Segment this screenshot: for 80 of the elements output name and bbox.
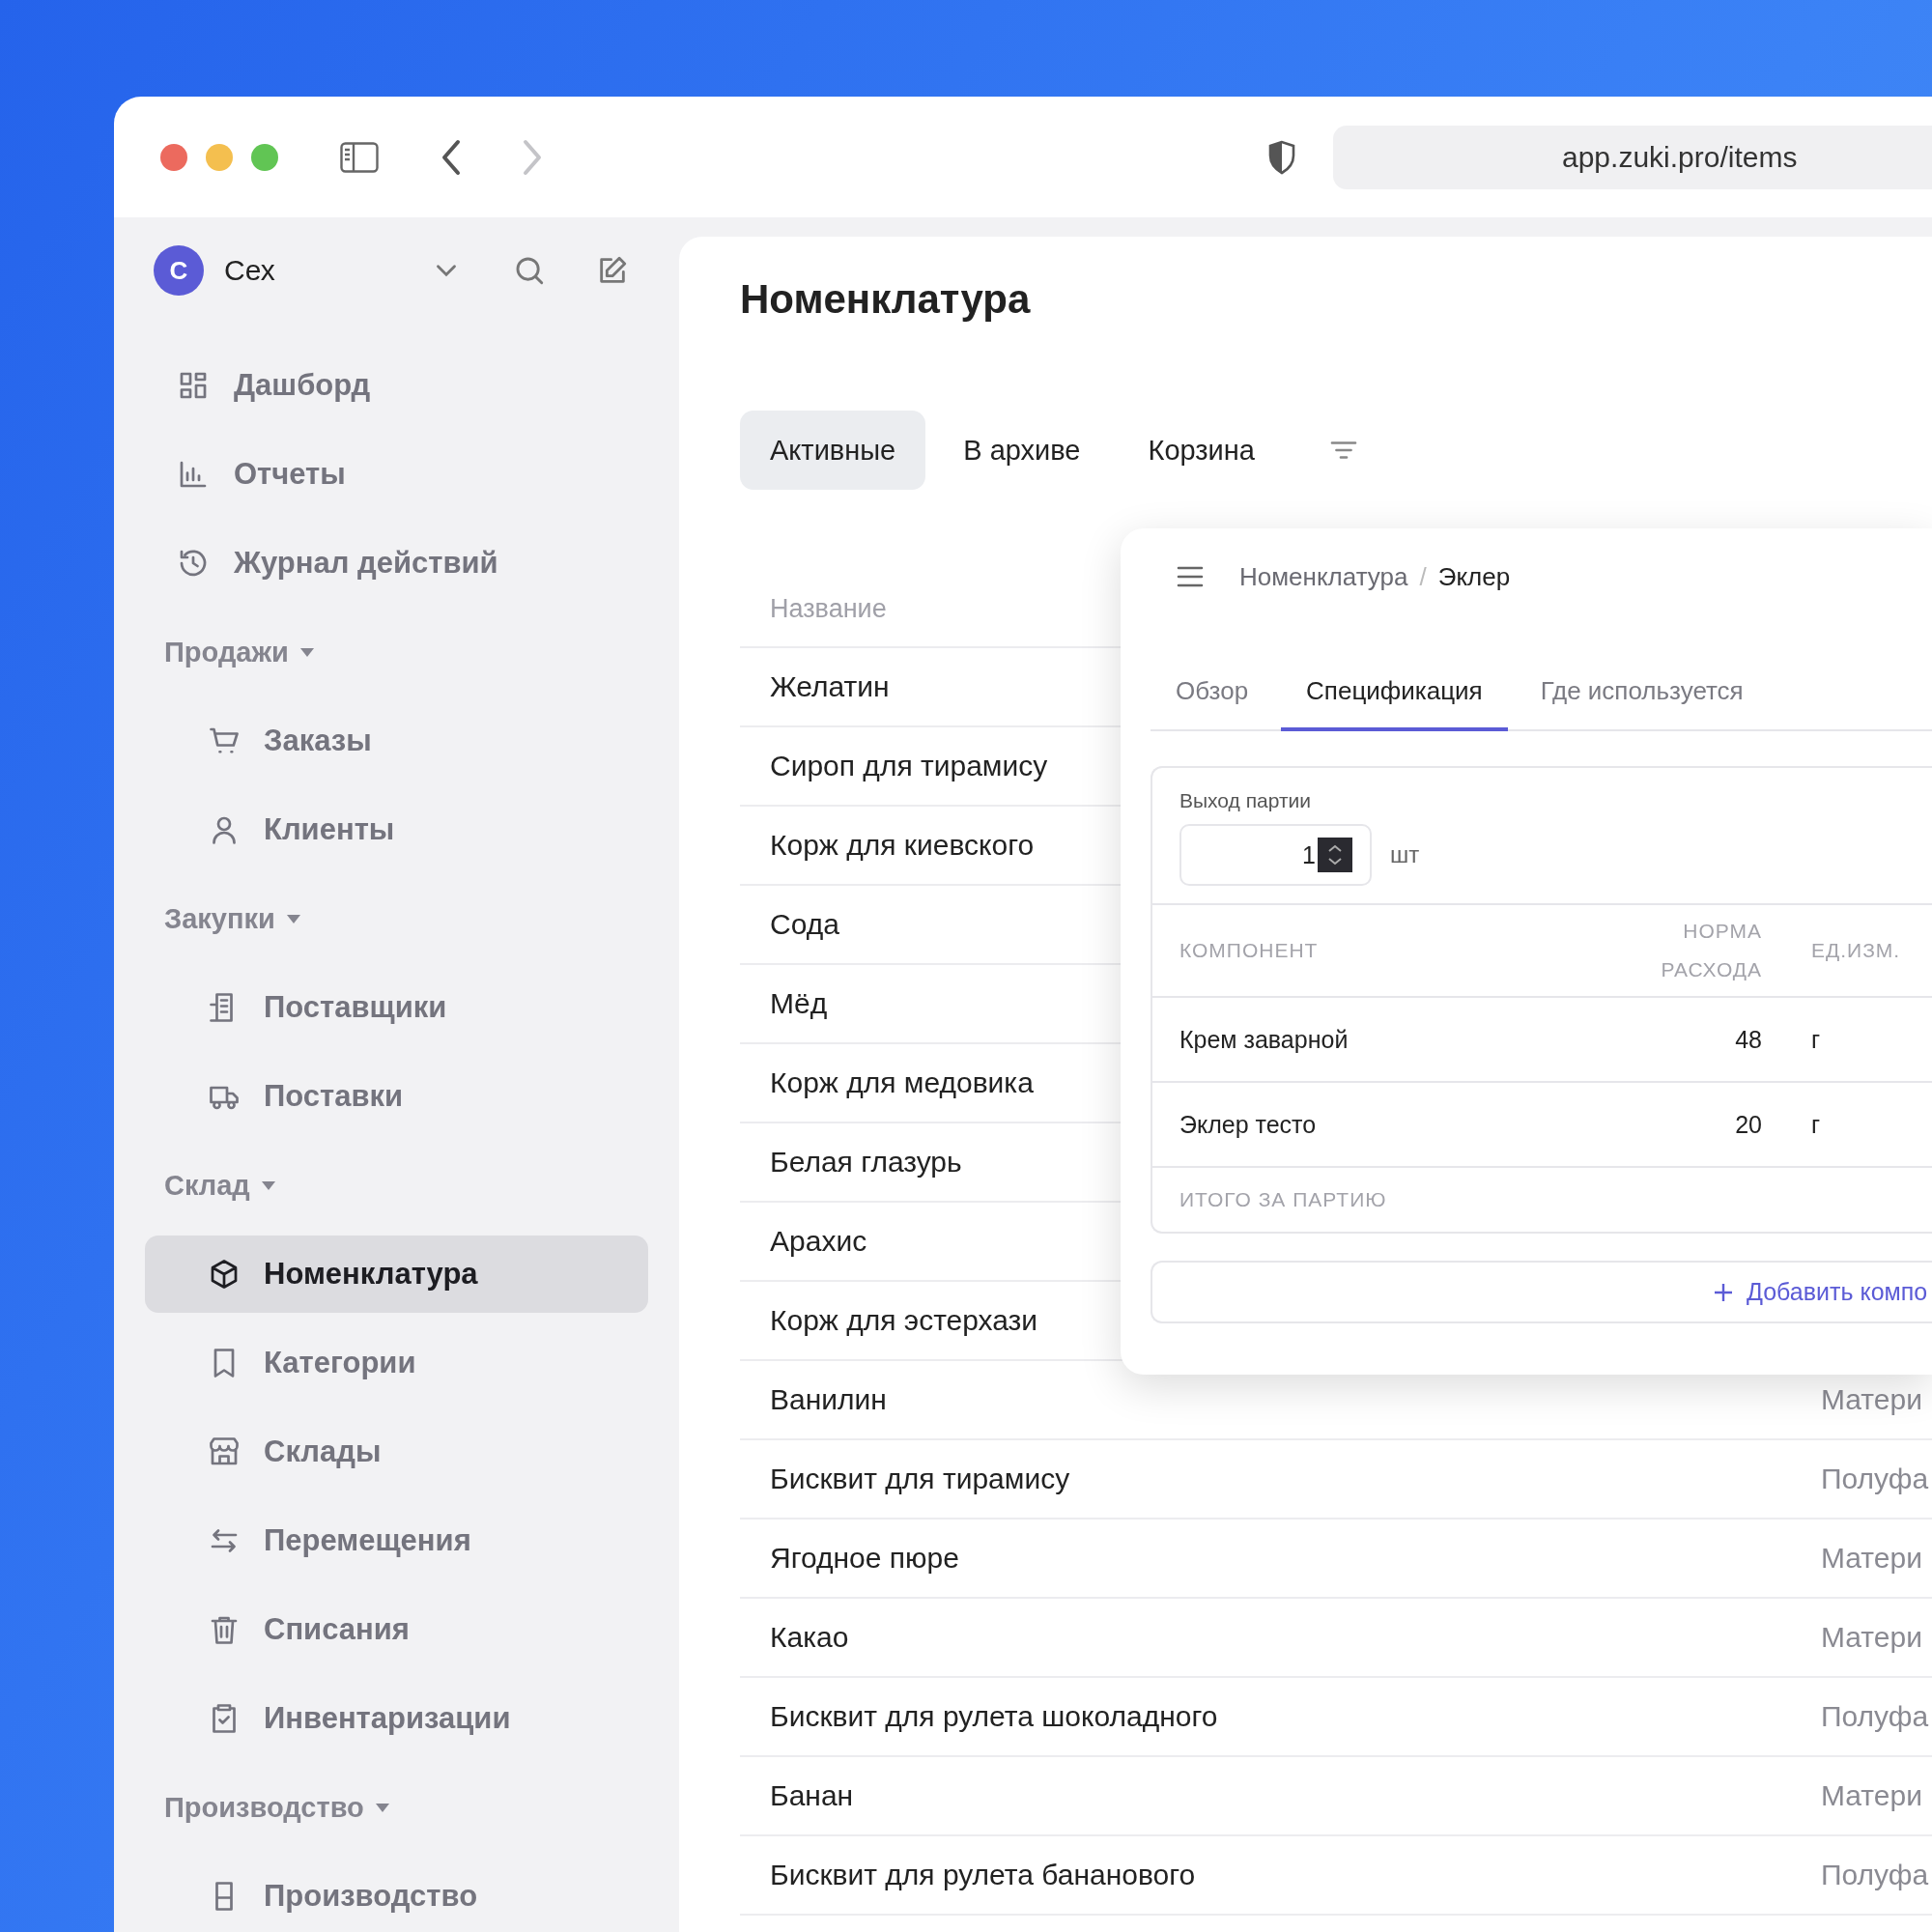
workspace-avatar[interactable]: С — [154, 245, 204, 296]
sidebar-item[interactable]: Номенклатура — [145, 1236, 648, 1313]
table-cell-text: Матери — [1821, 1779, 1923, 1812]
breadcrumb-link[interactable]: Номенклатура — [1239, 561, 1408, 592]
unit-label: шт — [1390, 841, 1420, 868]
field-label: Выход партии — [1179, 789, 1313, 812]
breadcrumb-current: Эклер — [1437, 561, 1511, 592]
table-cell: Сироп для тирамису — [770, 750, 1048, 782]
table-cell: Какао — [770, 1621, 849, 1654]
add-component-button[interactable]: Добавить компо — [1151, 1261, 1932, 1323]
table-cell: Ванилин — [770, 1383, 887, 1416]
sidebar-item[interactable]: Списания — [145, 1591, 648, 1668]
sidebar-toggle-icon[interactable] — [340, 141, 379, 173]
table-cell: Бисквит для рулета шоколадного — [770, 1700, 1218, 1733]
table-cell: Бисквит для рулета бананового — [770, 1859, 1196, 1891]
sidebar-item[interactable]: Заказы — [145, 702, 648, 780]
page-title: Номенклатура — [740, 275, 1032, 324]
caret-icon[interactable] — [298, 645, 316, 659]
filter-tab[interactable]: Корзина — [1118, 411, 1285, 490]
table-cell-text: Полуфа — [1821, 1700, 1930, 1733]
table-cell: Корж для киевского — [770, 829, 1035, 862]
sidebar-item[interactable]: Производство — [145, 1858, 648, 1932]
close-window-button[interactable] — [160, 143, 187, 171]
table-cell-text: г — [1810, 1025, 1822, 1054]
sidebar-item[interactable]: Инвентаризации — [145, 1680, 648, 1757]
table-cell: Корж для медовика — [770, 1066, 1034, 1099]
table-cell-text: Полуфа — [1821, 1859, 1930, 1891]
table-cell: Ягодное пюре — [770, 1542, 959, 1575]
section-header[interactable]: Производство — [164, 1791, 364, 1824]
table-cell-text: Матери — [1821, 1621, 1923, 1654]
table-cell: Корж для эстерхази — [770, 1304, 1038, 1337]
table-cell: Сода — [770, 908, 839, 941]
table-cell-text: 20 — [1734, 1110, 1762, 1139]
table-cell: Мёд — [770, 987, 828, 1020]
menu-icon[interactable] — [1177, 565, 1204, 588]
section-header[interactable]: Закупки — [164, 902, 275, 935]
section-header[interactable]: Склад — [164, 1169, 250, 1202]
address-field[interactable]: app.zuki.pro/items — [1333, 125, 1932, 189]
filter-tab[interactable]: Активные — [740, 411, 926, 490]
filter-tab[interactable]: В архиве — [933, 411, 1111, 490]
sidebar-item[interactable]: Отчеты — [145, 436, 648, 513]
sidebar-item[interactable]: Поставки — [145, 1058, 648, 1135]
sidebar-item[interactable]: Перемещения — [145, 1502, 648, 1579]
sidebar-item[interactable]: Клиенты — [145, 791, 648, 868]
caret-icon[interactable] — [259, 1179, 277, 1192]
plus-icon — [1714, 1282, 1733, 1302]
table-cell-text: г — [1810, 1110, 1822, 1139]
panel-tab[interactable]: Обзор — [1151, 654, 1274, 731]
spinner-icon[interactable] — [1318, 838, 1352, 872]
panel-tab[interactable]: Где используется — [1515, 654, 1769, 731]
table-cell: Бисквит для тирамису — [770, 1463, 1070, 1495]
table-cell-text: Крем заварной — [1179, 1025, 1350, 1054]
sidebar-item[interactable]: Дашборд — [145, 347, 648, 424]
table-cell-text: Эклер тесто — [1179, 1110, 1318, 1139]
shield-icon[interactable] — [1267, 139, 1296, 175]
table-cell-text: Полуфа — [1821, 1463, 1930, 1495]
column-header: НОРМА РАСХОДА — [1660, 919, 1762, 982]
quantity-input[interactable]: 1 — [1179, 824, 1372, 886]
breadcrumb-separator: / — [1419, 561, 1427, 592]
table-cell: Банан — [770, 1779, 854, 1812]
table-cell-text: Матери — [1821, 1542, 1923, 1575]
sidebar-item[interactable]: Склады — [145, 1413, 648, 1491]
table-cell-text: 48 — [1734, 1025, 1762, 1054]
caret-icon[interactable] — [284, 912, 302, 925]
table-cell-text: Матери — [1821, 1383, 1923, 1416]
sidebar-item[interactable]: Поставщики — [145, 969, 648, 1046]
table-cell: Арахис — [770, 1225, 867, 1258]
panel-tab[interactable]: Спецификация — [1281, 654, 1508, 731]
sidebar-item[interactable]: Категории — [145, 1324, 648, 1402]
column-header: КОМПОНЕНТ — [1179, 938, 1320, 963]
table-cell: Белая глазурь — [770, 1146, 962, 1179]
sidebar-item[interactable]: Журнал действий — [145, 525, 648, 602]
section-header[interactable]: Продажи — [164, 636, 289, 668]
total-label: ИТОГО ЗА ПАРТИЮ — [1179, 1188, 1387, 1211]
workspace-name[interactable]: Сех — [224, 254, 380, 287]
column-header: Название — [770, 593, 887, 624]
maximize-window-button[interactable] — [251, 143, 278, 171]
table-cell: Желатин — [770, 670, 890, 703]
caret-icon[interactable] — [373, 1801, 391, 1814]
column-header: ЕД.ИЗМ. — [1810, 938, 1902, 963]
